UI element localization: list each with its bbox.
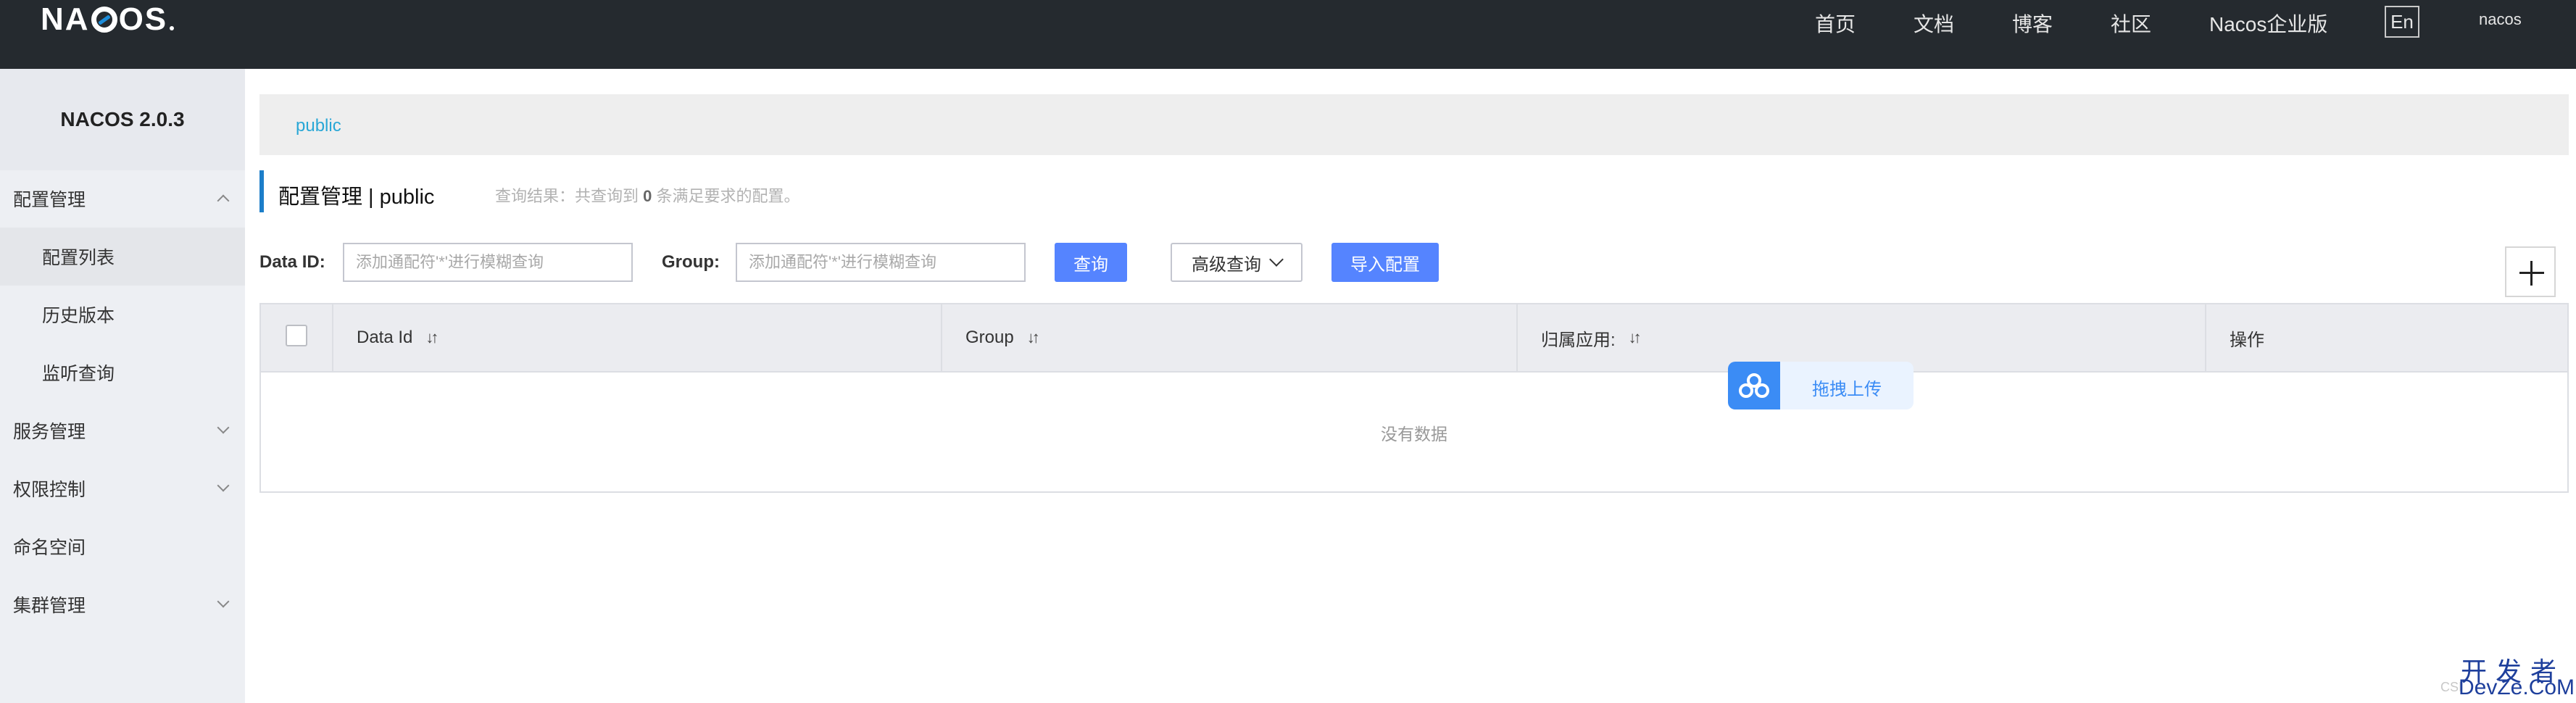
page-title-row: 配置管理 | public 查询结果：共查询到 0 条满足要求的配置。 (259, 170, 2434, 212)
title-accent-bar (259, 170, 264, 212)
query-result-summary: 查询结果：共查询到 0 条满足要求的配置。 (495, 183, 800, 207)
sort-icon[interactable]: ↓↑ (425, 328, 439, 347)
table-header: Data Id ↓↑ Group ↓↑ 归属应用: ↓↑ 操作 (261, 304, 2567, 373)
sidebar-version-title: NACOS 2.0.3 (0, 69, 245, 170)
select-all-column (261, 304, 333, 371)
logo-dot (170, 26, 175, 30)
column-label: 操作 (2230, 330, 2264, 350)
config-table: Data Id ↓↑ Group ↓↑ 归属应用: ↓↑ 操作 没有数据 (259, 303, 2569, 493)
column-header-actions: 操作 (2206, 304, 2567, 371)
group-input[interactable] (736, 243, 1026, 282)
sort-icon[interactable]: ↓↑ (1629, 328, 1642, 347)
import-config-button[interactable]: 导入配置 (1331, 243, 1439, 282)
sidebar-group-access-control[interactable]: 权限控制 (0, 460, 245, 517)
sidebar-item-namespace[interactable]: 命名空间 (0, 518, 245, 575)
logo-text-os: OS (118, 1, 168, 37)
chevron-down-icon (217, 595, 230, 608)
user-menu[interactable]: nacos (2479, 10, 2522, 29)
cloud-upload-icon (1728, 362, 1780, 409)
sidebar-item-config-list[interactable]: 配置列表 (0, 228, 245, 286)
sort-icon[interactable]: ↓↑ (1027, 328, 1040, 347)
column-label: Data Id (357, 328, 413, 347)
query-button[interactable]: 查询 (1055, 243, 1127, 282)
sidebar-group-label: 集群管理 (13, 596, 86, 616)
sidebar-group-label: 权限控制 (13, 480, 86, 500)
column-label: Group (965, 328, 1014, 347)
logo-o-mark (91, 7, 117, 33)
chevron-down-icon (217, 479, 230, 492)
add-config-plus-icon[interactable] (2505, 246, 2556, 297)
drag-upload-widget[interactable]: 拖拽上传 (1728, 362, 1914, 409)
select-all-checkbox[interactable] (286, 325, 307, 346)
sidebar-group-label: 配置管理 (13, 190, 86, 210)
watermark-line2: DevZe.CoM (2459, 675, 2575, 699)
sidebar-group-config-management[interactable]: 配置管理 (0, 170, 245, 227)
nav-docs[interactable]: 文档 (1914, 9, 1954, 38)
sidebar-item-history[interactable]: 历史版本 (0, 286, 245, 344)
top-navbar: NA OS 首页 文档 博客 社区 Nacos企业版 En nacos (0, 0, 2576, 69)
chevron-down-icon (1269, 252, 1284, 267)
advanced-query-label: 高级查询 (1192, 254, 1261, 275)
namespace-tab-public[interactable]: public (296, 116, 341, 136)
sidebar-group-service-management[interactable]: 服务管理 (0, 402, 245, 459)
column-label: 归属应用: (1541, 330, 1616, 350)
result-count: 0 (643, 187, 652, 205)
empty-table-message: 没有数据 (1381, 425, 1447, 444)
result-suffix: 条满足要求的配置。 (656, 187, 800, 205)
sidebar: NACOS 2.0.3 配置管理 配置列表 历史版本 监听查询 服务管理 权限控… (0, 69, 245, 703)
advanced-query-button[interactable]: 高级查询 (1171, 243, 1302, 282)
sidebar-group-label: 命名空间 (13, 538, 86, 558)
nav-blog[interactable]: 博客 (2012, 9, 2053, 38)
group-label: Group: (662, 252, 720, 272)
result-prefix: 查询结果：共查询到 (495, 187, 639, 205)
data-id-label: Data ID: (259, 252, 325, 272)
namespace-bar: public (259, 94, 2569, 155)
drag-upload-label: 拖拽上传 (1812, 380, 1882, 399)
data-id-input[interactable] (343, 243, 633, 282)
logo-text-na: NA (41, 1, 90, 37)
column-header-group[interactable]: Group ↓↑ (942, 304, 1518, 371)
chevron-up-icon (217, 194, 230, 207)
nav-enterprise[interactable]: Nacos企业版 (2209, 9, 2327, 38)
main-content: public 配置管理 | public 查询结果：共查询到 0 条满足要求的配… (245, 69, 2576, 703)
nav-home[interactable]: 首页 (1815, 9, 1856, 38)
nacos-logo[interactable]: NA OS (41, 1, 175, 38)
nav-community[interactable]: 社区 (2111, 9, 2151, 38)
sidebar-group-cluster-management[interactable]: 集群管理 (0, 576, 245, 633)
sidebar-group-label: 服务管理 (13, 422, 86, 442)
column-header-data-id[interactable]: Data Id ↓↑ (333, 304, 942, 371)
sidebar-item-listener-query[interactable]: 监听查询 (0, 344, 245, 402)
language-toggle-button[interactable]: En (2385, 6, 2419, 38)
chevron-down-icon (217, 421, 230, 434)
page-title: 配置管理 | public (278, 186, 435, 209)
